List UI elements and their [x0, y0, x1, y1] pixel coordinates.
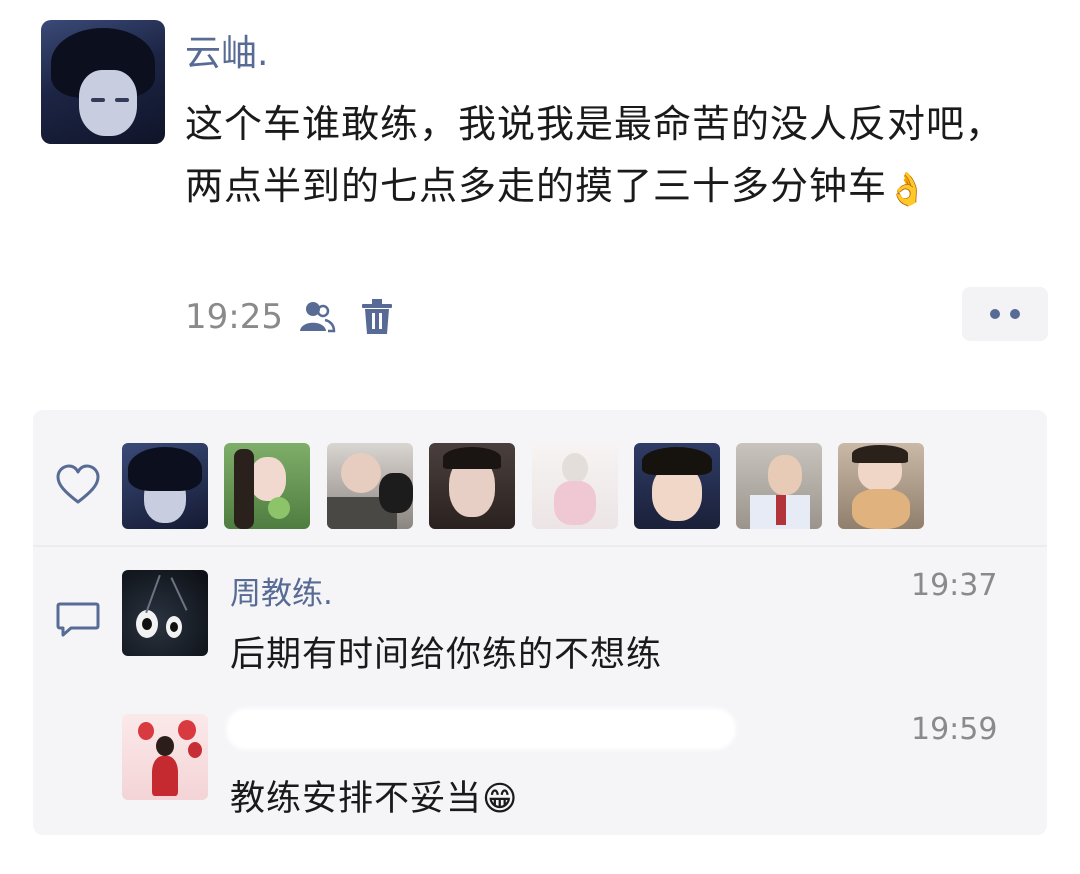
liker-avatar-8[interactable] — [838, 443, 924, 529]
commenter-avatar-1[interactable] — [122, 570, 208, 656]
trash-icon[interactable] — [357, 297, 397, 337]
author-avatar[interactable] — [41, 20, 165, 144]
post-time: 19:25 — [185, 297, 283, 337]
liker-avatar-3[interactable] — [327, 443, 413, 529]
comment-text[interactable]: 后期有时间给你练的不想练 — [230, 626, 662, 677]
liker-avatar-4[interactable] — [429, 443, 515, 529]
comment-time: 19:37 — [911, 568, 998, 603]
post-author-name[interactable]: 云岫. — [185, 24, 268, 76]
friends-visibility-icon[interactable] — [297, 297, 337, 337]
divider — [33, 545, 1047, 547]
liker-avatar-5[interactable] — [532, 443, 618, 529]
liker-avatar-6[interactable] — [634, 443, 720, 529]
comment-author-name[interactable]: 周教练. — [230, 568, 333, 613]
grin-emoji: 😁 — [482, 779, 519, 819]
comment-time: 19:59 — [911, 712, 998, 747]
comment-body: 教练安排不妥当 — [230, 779, 483, 819]
liker-avatar-2[interactable] — [224, 443, 310, 529]
more-button[interactable] — [962, 287, 1048, 341]
heart-icon — [55, 464, 101, 506]
comment-text[interactable]: 教练安排不妥当😁 — [230, 770, 518, 821]
post-text: 这个车谁敢练，我说我是最命苦的没人反对吧，两点半到的七点多走的摸了三十多分钟车👌 — [185, 93, 1025, 220]
commenter-avatar-2[interactable] — [122, 714, 208, 800]
liker-avatar-7[interactable] — [736, 443, 822, 529]
post-body: 这个车谁敢练，我说我是最命苦的没人反对吧，两点半到的七点多走的摸了三十多分钟车 — [185, 102, 1005, 208]
redacted-comment-author — [226, 708, 736, 750]
ok-hand-emoji: 👌 — [887, 169, 928, 208]
post-meta: 19:25 — [185, 292, 397, 342]
liker-avatar-1[interactable] — [122, 443, 208, 529]
more-icon — [990, 309, 1020, 319]
comment-icon — [55, 600, 101, 640]
